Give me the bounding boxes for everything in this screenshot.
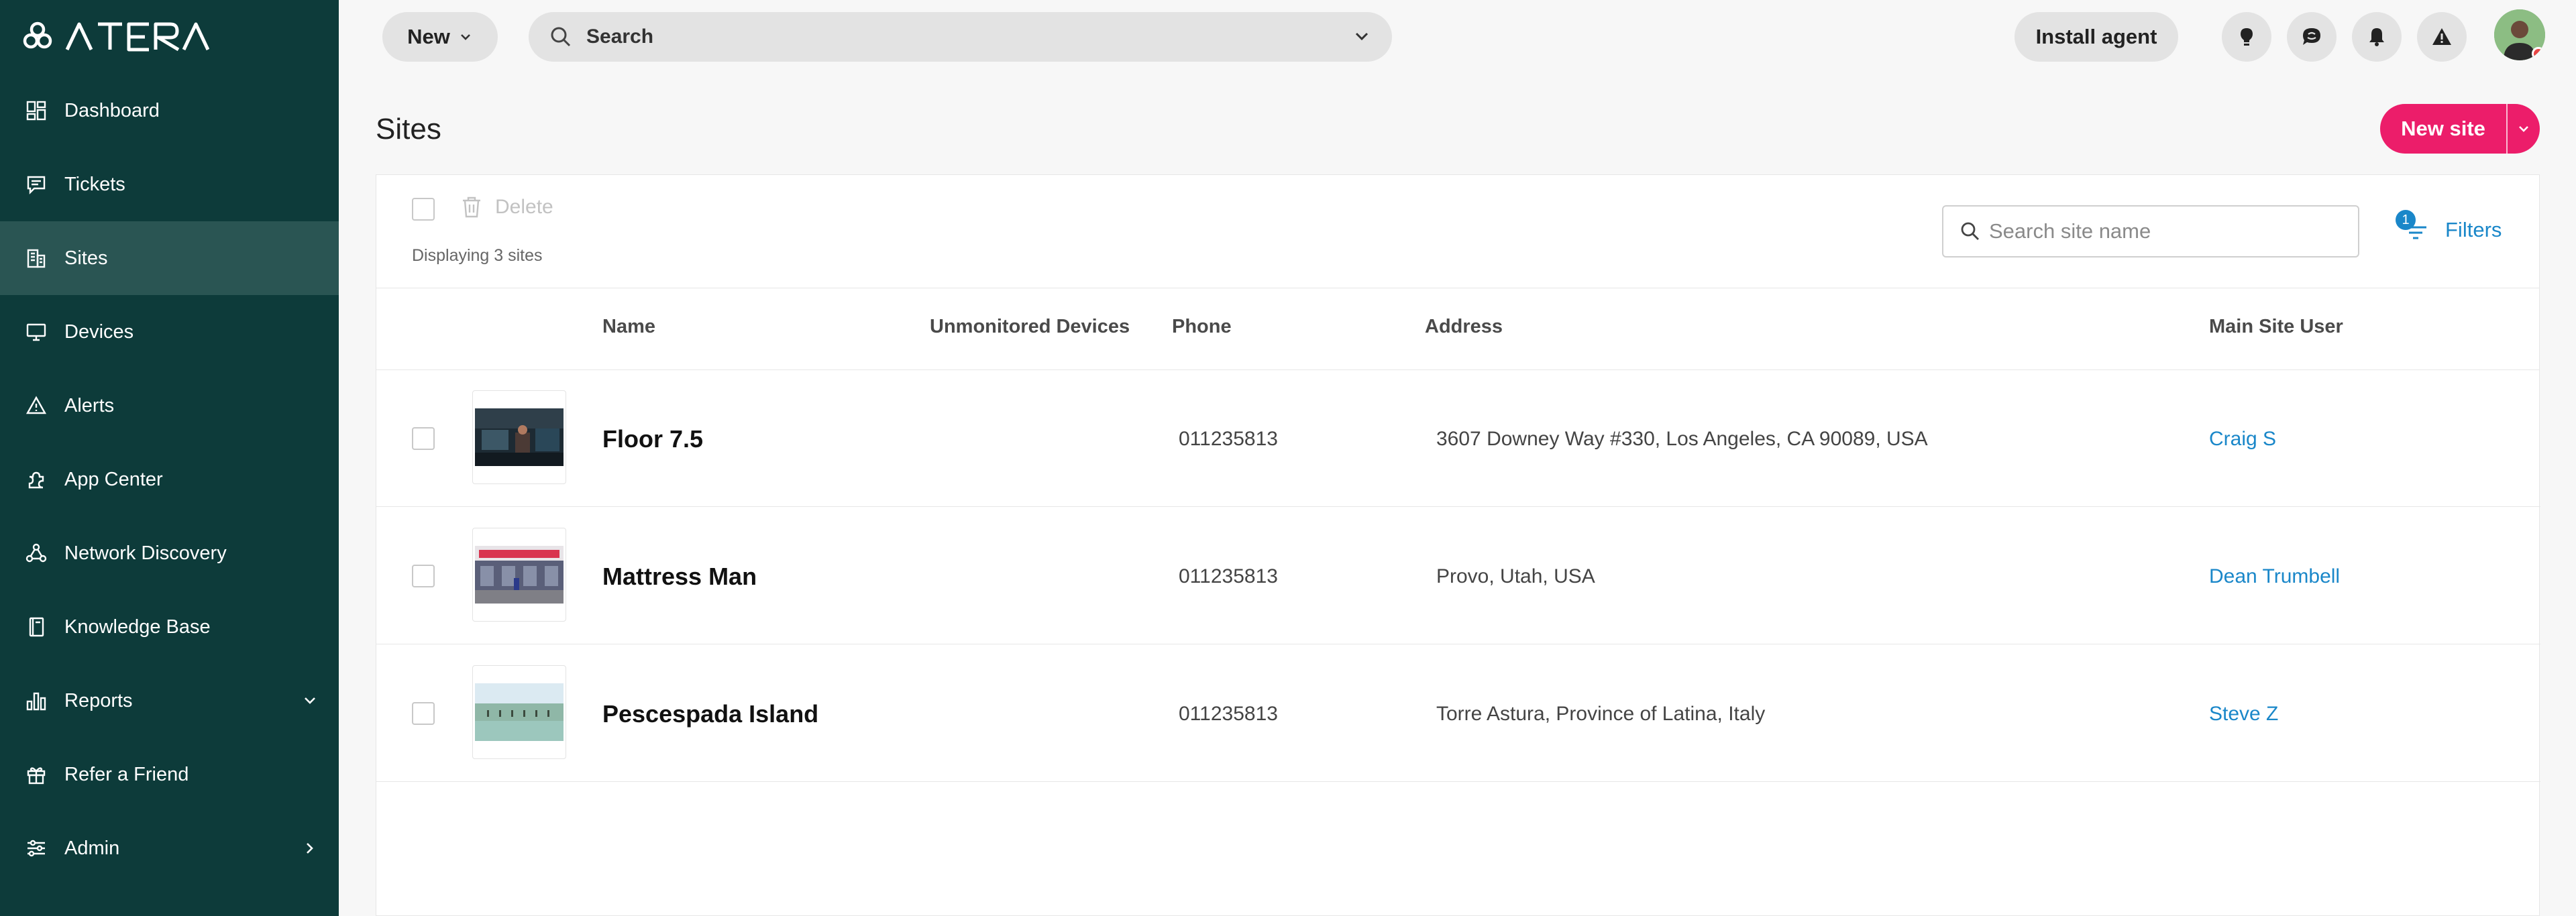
- sidebar-item-label: Admin: [64, 837, 120, 859]
- main-site-user-link[interactable]: Craig S: [2209, 428, 2276, 451]
- site-search: [1942, 205, 2359, 257]
- global-search-label: Search: [586, 25, 654, 48]
- column-header-unmonitored-devices[interactable]: Unmonitored Devices: [930, 316, 1130, 338]
- dashboard-icon: [24, 99, 48, 123]
- sidebar-item-knowledge-base[interactable]: Knowledge Base: [0, 590, 339, 664]
- sidebar-item-label: Knowledge Base: [64, 616, 211, 638]
- sidebar-item-dashboard[interactable]: Dashboard: [0, 74, 339, 148]
- column-header-address[interactable]: Address: [1425, 316, 1503, 338]
- sites-table-card: Delete Displaying 3 sites 1 Filters Name…: [376, 174, 2540, 916]
- sidebar-item-label: App Center: [64, 468, 163, 490]
- site-phone: 011235813: [1179, 703, 1278, 725]
- atera-logo[interactable]: [21, 20, 209, 52]
- app-center-icon: [24, 467, 48, 492]
- bell-icon[interactable]: [2352, 12, 2402, 62]
- row-checkbox[interactable]: [412, 702, 435, 725]
- new-site-label[interactable]: New site: [2380, 104, 2508, 154]
- search-icon: [551, 27, 571, 47]
- site-phone: 011235813: [1179, 428, 1278, 450]
- new-button[interactable]: New: [382, 12, 498, 62]
- chevron-right-icon[interactable]: [300, 838, 320, 858]
- sidebar-item-label: Tickets: [64, 173, 125, 195]
- admin-icon: [24, 836, 48, 860]
- site-name[interactable]: Mattress Man: [602, 563, 757, 591]
- chevron-down-icon: [460, 34, 470, 40]
- column-header-name[interactable]: Name: [602, 316, 655, 338]
- lightbulb-icon[interactable]: [2222, 12, 2271, 62]
- main-site-user-link[interactable]: Steve Z: [2209, 703, 2278, 726]
- search-site-input[interactable]: [1989, 219, 2351, 243]
- delete-label: Delete: [495, 196, 553, 218]
- devices-icon: [24, 320, 48, 344]
- sidebar-item-network-discovery[interactable]: Network Discovery: [0, 516, 339, 590]
- site-name[interactable]: Floor 7.5: [602, 425, 703, 453]
- sites-icon: [24, 246, 48, 270]
- chevron-down-icon[interactable]: [2508, 121, 2540, 136]
- site-phone: 011235813: [1179, 565, 1278, 587]
- new-site-button[interactable]: New site: [2380, 104, 2540, 154]
- sidebar-item-devices[interactable]: Devices: [0, 295, 339, 369]
- site-photo-icon: [475, 408, 564, 466]
- page-title: Sites: [376, 113, 441, 146]
- select-all-checkbox[interactable]: [412, 198, 435, 221]
- row-checkbox[interactable]: [412, 427, 435, 450]
- warning-icon[interactable]: [2417, 12, 2467, 62]
- site-name[interactable]: Pescespada Island: [602, 700, 818, 728]
- sidebar-item-label: Network Discovery: [64, 542, 227, 564]
- table-row[interactable]: Pescespada Island 011235813 Torre Astura…: [376, 645, 2540, 782]
- sidebar-item-tickets[interactable]: Tickets: [0, 148, 339, 221]
- site-address: Provo, Utah, USA: [1436, 565, 1595, 587]
- sidebar-item-refer-a-friend[interactable]: Refer a Friend: [0, 738, 339, 811]
- global-search[interactable]: Search: [529, 12, 1392, 62]
- sidebar-item-sites[interactable]: Sites: [0, 221, 339, 295]
- site-photo-icon: [475, 546, 564, 604]
- search-icon: [1961, 222, 1979, 240]
- sidebar-item-reports[interactable]: Reports: [0, 664, 339, 738]
- column-header-main-site-user[interactable]: Main Site User: [2209, 316, 2343, 338]
- sidebar-item-label: Alerts: [64, 394, 115, 416]
- avatar[interactable]: [2494, 9, 2545, 60]
- results-count: Displaying 3 sites: [412, 246, 543, 265]
- site-address: 3607 Downey Way #330, Los Angeles, CA 90…: [1436, 428, 1928, 450]
- sidebar-item-label: Sites: [64, 247, 108, 269]
- tickets-icon: [24, 172, 48, 196]
- delete-button[interactable]: Delete: [460, 195, 553, 219]
- sidebar: Dashboard Tickets Sites Devices Alerts A…: [0, 0, 339, 916]
- site-photo-icon: [475, 683, 564, 741]
- site-thumbnail: [472, 390, 566, 484]
- filters-count-badge: 1: [2396, 210, 2416, 230]
- install-agent-button[interactable]: Install agent: [2015, 12, 2178, 62]
- chat-icon[interactable]: [2287, 12, 2337, 62]
- row-checkbox[interactable]: [412, 565, 435, 587]
- alerts-icon: [24, 394, 48, 418]
- trash-icon: [463, 196, 480, 218]
- main-site-user-link[interactable]: Dean Trumbell: [2209, 565, 2340, 588]
- sidebar-item-admin[interactable]: Admin: [0, 811, 339, 885]
- sidebar-item-label: Devices: [64, 321, 134, 343]
- filter-icon: 1: [2396, 210, 2436, 250]
- sidebar-item-label: Reports: [64, 689, 133, 711]
- chevron-down-icon[interactable]: [300, 691, 320, 711]
- gift-icon: [24, 762, 48, 787]
- filters-button[interactable]: 1 Filters: [2396, 210, 2502, 250]
- filters-label: Filters: [2445, 218, 2502, 241]
- status-indicator: [2532, 47, 2545, 60]
- network-discovery-icon: [24, 541, 48, 565]
- sidebar-item-app-center[interactable]: App Center: [0, 443, 339, 516]
- site-address: Torre Astura, Province of Latina, Italy: [1436, 703, 1766, 725]
- site-thumbnail: [472, 528, 566, 622]
- chevron-down-icon[interactable]: [1352, 27, 1372, 47]
- new-button-label: New: [407, 25, 450, 48]
- sidebar-item-alerts[interactable]: Alerts: [0, 369, 339, 443]
- sidebar-item-label: Dashboard: [64, 99, 160, 121]
- knowledge-base-icon: [24, 615, 48, 639]
- reports-icon: [24, 689, 48, 713]
- site-thumbnail: [472, 665, 566, 759]
- column-header-phone[interactable]: Phone: [1172, 316, 1232, 338]
- logo-mark-icon: [23, 21, 209, 52]
- table-row[interactable]: Mattress Man 011235813 Provo, Utah, USA …: [376, 508, 2540, 644]
- table-row[interactable]: Floor 7.5 011235813 3607 Downey Way #330…: [376, 370, 2540, 507]
- top-bar: New Search Install agent: [339, 0, 2576, 74]
- sidebar-item-label: Refer a Friend: [64, 763, 189, 785]
